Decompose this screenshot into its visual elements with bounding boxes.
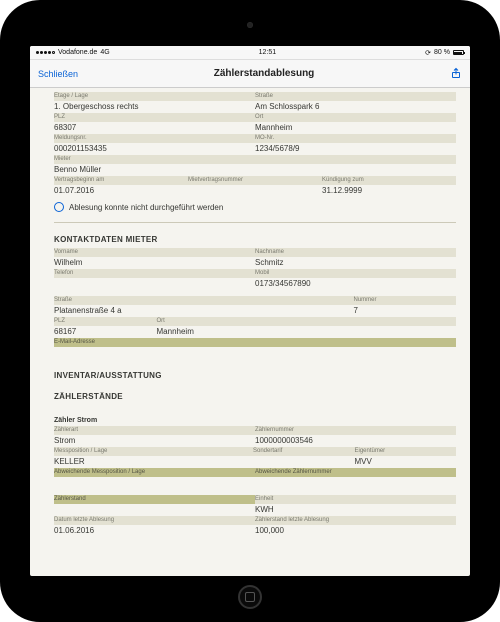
section-heading-zaehler: ZÄHLERSTÄNDE xyxy=(54,392,456,401)
field-value: MVV xyxy=(355,456,453,468)
battery-percent: 80 % xyxy=(434,49,450,56)
field-label: Kündigung zum xyxy=(322,176,452,185)
field-label: Zählerstand letzte Ablesung xyxy=(255,516,452,525)
field-label: Nachname xyxy=(255,248,452,257)
field-value: 01.06.2016 xyxy=(54,525,251,537)
orientation-lock-icon: ⟳ xyxy=(425,49,431,57)
close-button[interactable]: Schließen xyxy=(38,69,78,79)
field-value: 100,000 xyxy=(255,525,452,537)
field-value: 68307 xyxy=(54,122,251,134)
field-value: 01.07.2016 xyxy=(54,185,184,197)
field-label: Abweichende Zählernummer xyxy=(255,468,452,477)
field-label: Mietvertragsnummer xyxy=(188,176,318,185)
abw-zaehlernummer-input[interactable] xyxy=(255,477,452,489)
share-icon xyxy=(450,67,462,79)
field-label: Straße xyxy=(255,92,452,101)
page-title: Zählerstandablesung xyxy=(214,68,315,79)
section-heading-kontakt: KONTAKTDATEN MIETER xyxy=(54,235,456,244)
status-bar: Vodafone.de 4G 12:51 ⟳ 80 % xyxy=(30,46,470,60)
field-value: 1. Obergeschoss rechts xyxy=(54,101,251,113)
ablesung-not-done-checkbox[interactable]: Ablesung konnte nicht durchgeführt werde… xyxy=(54,197,456,220)
field-label: Ort xyxy=(255,113,452,122)
field-value: Wilhelm xyxy=(54,257,251,269)
field-label: Mobil xyxy=(255,269,452,278)
email-input[interactable] xyxy=(54,347,452,359)
field-label: Mieter xyxy=(54,155,452,164)
field-value: Platanenstraße 4 a xyxy=(54,305,350,317)
field-label: MO-Nr. xyxy=(255,134,452,143)
field-label: Sondertarif xyxy=(253,447,351,456)
field-value: KWH xyxy=(255,504,452,516)
field-value: 7 xyxy=(354,305,453,317)
checkbox-label: Ablesung konnte nicht durchgeführt werde… xyxy=(69,203,223,212)
field-value: 68167 xyxy=(54,326,153,338)
carrier-label: Vodafone.de xyxy=(58,49,97,56)
signal-dots-icon xyxy=(36,51,55,54)
field-value: Mannheim xyxy=(157,326,453,338)
ipad-camera xyxy=(247,22,253,28)
zaehlerstand-input[interactable] xyxy=(54,504,251,516)
field-label: Datum letzte Ablesung xyxy=(54,516,251,525)
field-label: Straße xyxy=(54,296,350,305)
field-label: Zählerstand xyxy=(54,495,251,504)
field-label: Einheit xyxy=(255,495,452,504)
zaehler-subheading: Zähler Strom xyxy=(54,417,456,424)
field-value: Mannheim xyxy=(255,122,452,134)
ipad-home-button[interactable] xyxy=(238,585,262,609)
battery-icon xyxy=(453,50,464,55)
field-value: 000201153435 xyxy=(54,143,251,155)
field-label: Abweichende Messposition / Lage xyxy=(54,468,251,477)
divider xyxy=(54,222,456,223)
share-button[interactable] xyxy=(450,67,462,81)
field-label: Ort xyxy=(157,317,453,326)
field-value: Benno Müller xyxy=(54,164,452,176)
field-label: Telefon xyxy=(54,269,251,278)
screen: Vodafone.de 4G 12:51 ⟳ 80 % Schließen Zä… xyxy=(30,46,470,576)
field-value: 1234/5678/9 xyxy=(255,143,452,155)
field-value: KELLER xyxy=(54,456,249,468)
field-label: Zählernummer xyxy=(255,426,452,435)
section-heading-inventar: INVENTAR/AUSSTATTUNG xyxy=(54,371,456,380)
field-label: Meldungsnr. xyxy=(54,134,251,143)
field-value: Schmitz xyxy=(255,257,452,269)
field-label: Eigentümer xyxy=(355,447,453,456)
radio-unchecked-icon xyxy=(54,202,64,212)
field-value: Am Schlosspark 6 xyxy=(255,101,452,113)
field-label: E-Mail-Adresse xyxy=(54,338,452,347)
status-time: 12:51 xyxy=(259,49,277,56)
field-value: 1000000003546 xyxy=(255,435,452,447)
field-label: PLZ xyxy=(54,113,251,122)
field-value: 0173/34567890 xyxy=(255,278,452,290)
field-label: Messposition / Lage xyxy=(54,447,249,456)
ipad-frame: Vodafone.de 4G 12:51 ⟳ 80 % Schließen Zä… xyxy=(0,0,500,622)
field-value: 31.12.9999 xyxy=(322,185,452,197)
status-right: ⟳ 80 % xyxy=(425,49,464,57)
field-label: Zählerart xyxy=(54,426,251,435)
field-label: PLZ xyxy=(54,317,153,326)
field-label: Vorname xyxy=(54,248,251,257)
abw-messposition-input[interactable] xyxy=(54,477,251,489)
network-label: 4G xyxy=(100,49,109,56)
field-label: Vertragsbeginn am xyxy=(54,176,184,185)
field-value: Strom xyxy=(54,435,251,447)
field-label: Nummer xyxy=(354,296,453,305)
nav-bar: Schließen Zählerstandablesung xyxy=(30,60,470,88)
field-label: Etage / Lage xyxy=(54,92,251,101)
form-body[interactable]: Etage / Lage Straße 1. Obergeschoss recht… xyxy=(30,88,470,576)
status-left: Vodafone.de 4G xyxy=(36,49,110,56)
